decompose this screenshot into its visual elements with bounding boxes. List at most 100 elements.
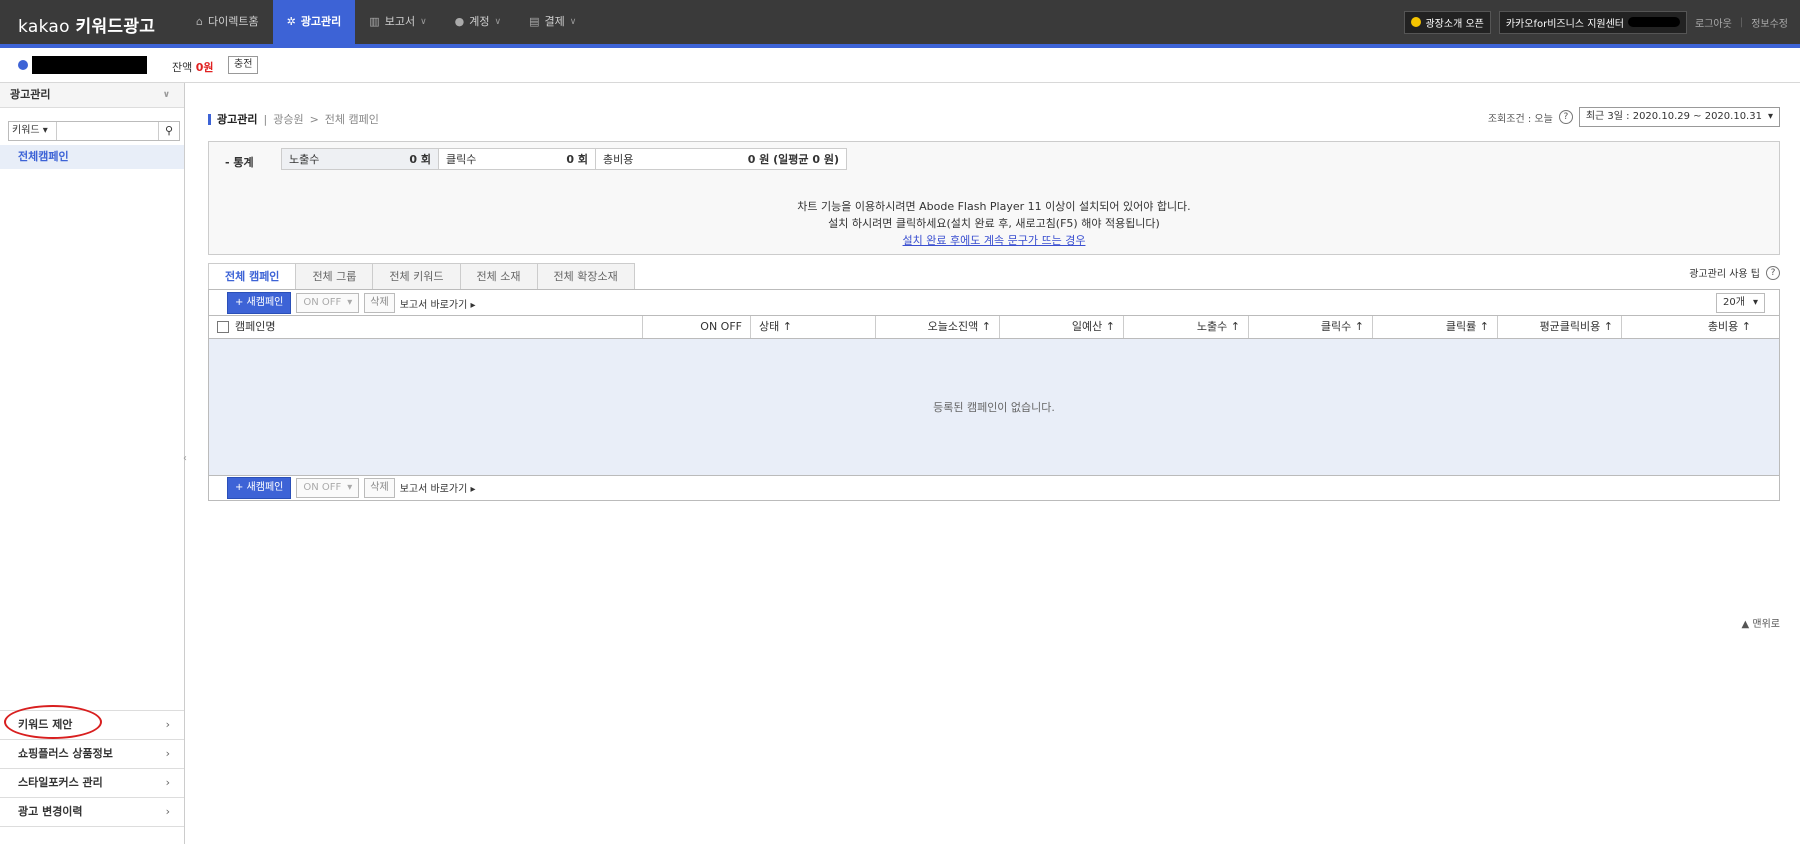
grid-toolbar-top: + 새캠페인 ON OFF ▾ 삭제 보고서 바로가기 ▸ 20개 ▾: [209, 291, 1779, 315]
onoff-dropdown[interactable]: ON OFF ▾: [296, 477, 360, 498]
search-icon[interactable]: ⚲: [158, 122, 179, 140]
col-label: 캠페인명: [235, 320, 276, 333]
date-range-value: 최근 3일 : 2020.10.29 ~ 2020.10.31: [1585, 111, 1762, 122]
tab-all-campaigns[interactable]: 전체 캠페인: [208, 263, 297, 291]
delete-button[interactable]: 삭제: [364, 293, 395, 313]
chevron-down-icon: ∨: [569, 17, 577, 27]
tab-all-keywords[interactable]: 전체 키워드: [373, 263, 461, 291]
onoff-label: ON OFF: [303, 481, 342, 493]
help-icon[interactable]: ?: [1558, 110, 1573, 124]
query-condition: 조회조건 : 오늘 ? 최근 3일 : 2020.10.29 ~ 2020.10…: [1488, 107, 1780, 127]
support-center-button[interactable]: 카카오for비즈니스 지원센터: [1498, 10, 1687, 34]
caret-down-icon: ▾: [347, 481, 353, 493]
home-icon: ⌂: [196, 15, 203, 28]
nav-direct-home[interactable]: ⌂ 다이렉트홈: [182, 0, 273, 44]
report-shortcut-link[interactable]: 보고서 바로가기 ▸: [400, 296, 476, 311]
delete-button[interactable]: 삭제: [364, 477, 395, 498]
edit-info-link[interactable]: 정보수정: [1751, 15, 1788, 30]
tab-all-creatives[interactable]: 전체 소재: [460, 263, 538, 291]
sidebar-item-all-campaigns[interactable]: 전체캠페인: [0, 145, 184, 169]
col-daily-budget[interactable]: 일예산 ↑: [1000, 316, 1124, 338]
nav-label: 계정: [469, 15, 490, 28]
top-navigation-bar: kakao 키워드광고 ⌂ 다이렉트홈 ✲ 광고관리 ▥ 보고서 ∨ ● 계정 …: [0, 0, 1800, 44]
col-clicks[interactable]: 클릭수 ↑: [1249, 316, 1373, 338]
tab-all-extensions[interactable]: 전체 확장소재: [537, 263, 635, 291]
col-total-cost[interactable]: 총비용 ↑: [1622, 316, 1759, 338]
notice-icon: [1411, 17, 1422, 27]
tab-all-groups[interactable]: 전체 그룹: [296, 263, 374, 291]
nav-report[interactable]: ▥ 보고서 ∨: [355, 0, 440, 44]
nav-payment[interactable]: ▤ 결제 ∨: [515, 0, 590, 44]
sidebar-item-label: 쇼핑플러스 상품정보: [18, 747, 113, 760]
impressions-stat: 노출수 0 회: [281, 148, 439, 170]
caret-down-icon: ▾: [1752, 297, 1758, 308]
chart-icon: ▥: [369, 15, 380, 28]
date-range-select[interactable]: 최근 3일 : 2020.10.29 ~ 2020.10.31 ▾: [1578, 107, 1780, 127]
col-status[interactable]: 상태 ↑: [751, 316, 876, 338]
col-campaign-name[interactable]: 캠페인명: [209, 316, 643, 338]
user-icon: ●: [454, 15, 465, 28]
nav-label: 광고관리: [300, 15, 342, 28]
card-icon: ▤: [529, 15, 540, 28]
kakao-keyword-ad-logo[interactable]: kakao 키워드광고: [18, 12, 155, 37]
clicks-stat: 클릭수 0 회: [438, 148, 596, 170]
chevron-right-icon: ›: [165, 805, 170, 818]
nav-label: 다이렉트홈: [207, 15, 259, 28]
col-today-spend[interactable]: 오늘소진액 ↑: [876, 316, 1000, 338]
condition-label: 조회조건 : 오늘: [1487, 113, 1553, 125]
col-avg-cpc[interactable]: 평균클릭비용 ↑: [1498, 316, 1622, 338]
nav-label: 결제: [544, 15, 565, 28]
search-input[interactable]: [57, 122, 158, 140]
sidebar-item-label: 스타일포커스 관리: [18, 776, 103, 789]
new-campaign-button[interactable]: + 새캠페인: [227, 292, 292, 314]
account-status-icon: [18, 60, 28, 70]
redacted-user: [1628, 17, 1680, 27]
onoff-label: ON OFF: [303, 297, 342, 308]
search-type-select[interactable]: 키워드 ▾: [9, 122, 57, 140]
new-campaign-button[interactable]: + 새캠페인: [227, 476, 292, 499]
per-page-select[interactable]: 20개 ▾: [1716, 293, 1765, 313]
impressions-label: 노출수: [289, 153, 320, 166]
col-impressions[interactable]: 노출수 ↑: [1124, 316, 1249, 338]
sidebar-header[interactable]: 광고관리 ∨: [0, 83, 184, 108]
sidebar-item-change-history[interactable]: 광고 변경이력 ›: [0, 797, 184, 827]
grid-toolbar-bottom: + 새캠페인 ON OFF ▾ 삭제 보고서 바로가기 ▸: [209, 475, 1779, 499]
usage-tip-label: 광고관리 사용 팁: [1689, 269, 1760, 280]
notice-button[interactable]: 광장소개 오픈: [1404, 10, 1491, 34]
campaign-grid: + 새캠페인 ON OFF ▾ 삭제 보고서 바로가기 ▸ 20개 ▾ 캠페인명 O…: [208, 289, 1780, 501]
caret-down-icon: ▾: [1767, 111, 1773, 122]
breadcrumb-marker: [208, 113, 211, 125]
separator: |: [1739, 16, 1744, 28]
col-ctr[interactable]: 클릭률 ↑: [1373, 316, 1498, 338]
stats-title: - 통계: [225, 156, 254, 169]
notice-label: 광장소개 오픈: [1425, 18, 1484, 30]
breadcrumb-separator: >: [309, 112, 319, 126]
caret-down-icon: ▾: [347, 297, 353, 308]
flash-line-2[interactable]: 설치 하시려면 클릭하세요(설치 완료 후, 새로고침(F5) 해야 적용됩니다…: [209, 215, 1779, 232]
breadcrumb-account[interactable]: 광승원: [273, 111, 303, 127]
flash-line-1: 차트 기능을 이용하시려면 Abode Flash Player 11 이상이 …: [797, 200, 1191, 213]
help-icon: ?: [1766, 265, 1780, 280]
balance-value: 0원: [195, 61, 214, 74]
logo-brand: kakao: [18, 17, 70, 37]
breadcrumb-separator: |: [263, 112, 268, 126]
redacted-account-name: [32, 56, 147, 74]
nav-ad-management[interactable]: ✲ 광고관리: [272, 0, 356, 44]
cost-value: 0 원 (일평균 0 원): [747, 153, 839, 166]
sidebar-item-style-focus[interactable]: 스타일포커스 관리 ›: [0, 768, 184, 798]
breadcrumb-current: 광고관리: [217, 113, 258, 126]
charge-button[interactable]: 충전: [228, 56, 259, 74]
back-to-top-link[interactable]: ▲ 맨위로: [1742, 615, 1780, 630]
sidebar-collapse-handle[interactable]: ‹: [183, 453, 187, 464]
select-all-checkbox[interactable]: [217, 321, 229, 333]
support-center-label: 카카오for비즈니스 지원센터: [1505, 18, 1624, 30]
usage-tip[interactable]: 광고관리 사용 팁 ?: [1689, 265, 1780, 280]
sidebar-item-shopping-plus[interactable]: 쇼핑플러스 상품정보 ›: [0, 739, 184, 769]
logout-link[interactable]: 로그아웃: [1695, 15, 1732, 30]
nav-account[interactable]: ● 계정 ∨: [441, 0, 515, 44]
chevron-down-icon: ∨: [162, 90, 170, 100]
chevron-down-icon: ∨: [494, 17, 502, 27]
report-shortcut-link[interactable]: 보고서 바로가기 ▸: [400, 480, 476, 495]
onoff-dropdown[interactable]: ON OFF ▾: [296, 293, 360, 313]
flash-help-link[interactable]: 설치 완료 후에도 계속 문구가 뜨는 경우: [209, 232, 1779, 249]
